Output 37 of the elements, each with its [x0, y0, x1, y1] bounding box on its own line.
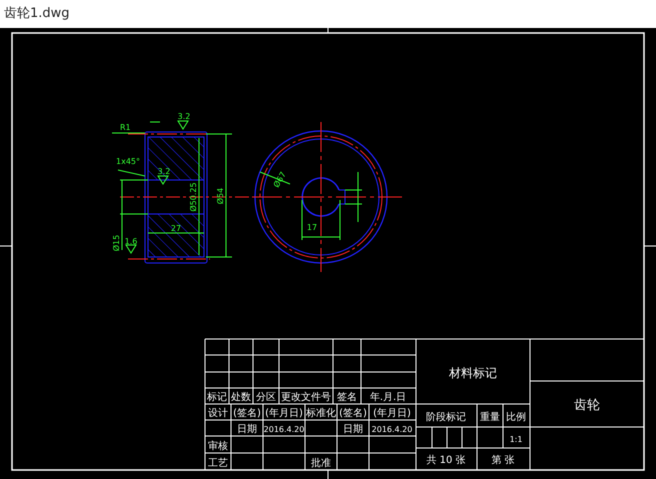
table-header-label: 标准化 [306, 408, 336, 419]
dimension-label: 17 [306, 223, 318, 232]
dimension-label: 1.6 [124, 237, 138, 246]
table-header-label: 比例 [506, 412, 526, 423]
field-label: 审核 [208, 441, 228, 452]
table-header-label: 重量 [480, 412, 500, 423]
table-header-label: 分区 [256, 392, 276, 403]
table-header-label: 年.月.日 [370, 392, 406, 403]
dimension-label: 27 [170, 224, 182, 233]
table-header-label: 标记 [207, 392, 227, 403]
field-label: 工艺 [208, 458, 228, 469]
field-label: 日期 [343, 424, 363, 435]
scale-value: 1:1 [510, 435, 522, 444]
table-header-label: 更改文件号 [281, 392, 331, 403]
dimension-label: Ø54 [216, 188, 225, 204]
table-header-label: 设计 [208, 408, 228, 419]
table-header-label: 签名 [337, 392, 357, 403]
sheet-number-label: 第 张 [491, 455, 515, 466]
table-header-label: 处数 [231, 392, 251, 403]
table-header-label: (年月日) [265, 408, 303, 419]
dimension-label: 3.2 [178, 112, 190, 121]
date-value: 2016.4.20 [264, 425, 304, 434]
part-name-label: 齿轮 [574, 398, 600, 413]
field-label: 批准 [311, 458, 331, 469]
sheet-count-label: 共 10 张 [426, 455, 466, 466]
material-label: 材料标记 [449, 366, 497, 380]
file-title: 齿轮1.dwg [4, 5, 70, 24]
table-header-label: (签名) [233, 408, 261, 419]
dimension-label: 1x45° [116, 157, 140, 166]
table-header-label: 阶段标记 [426, 412, 466, 423]
field-label: 日期 [237, 424, 257, 435]
table-header-label: (年月日) [373, 408, 411, 419]
dimension-label: Ø50.25 [189, 182, 198, 212]
date-value: 2016.4.20 [372, 425, 412, 434]
table-header-label: (签名) [339, 408, 367, 419]
dimension-label: Ø15 [112, 234, 121, 252]
dimension-label: R1 [120, 123, 131, 132]
